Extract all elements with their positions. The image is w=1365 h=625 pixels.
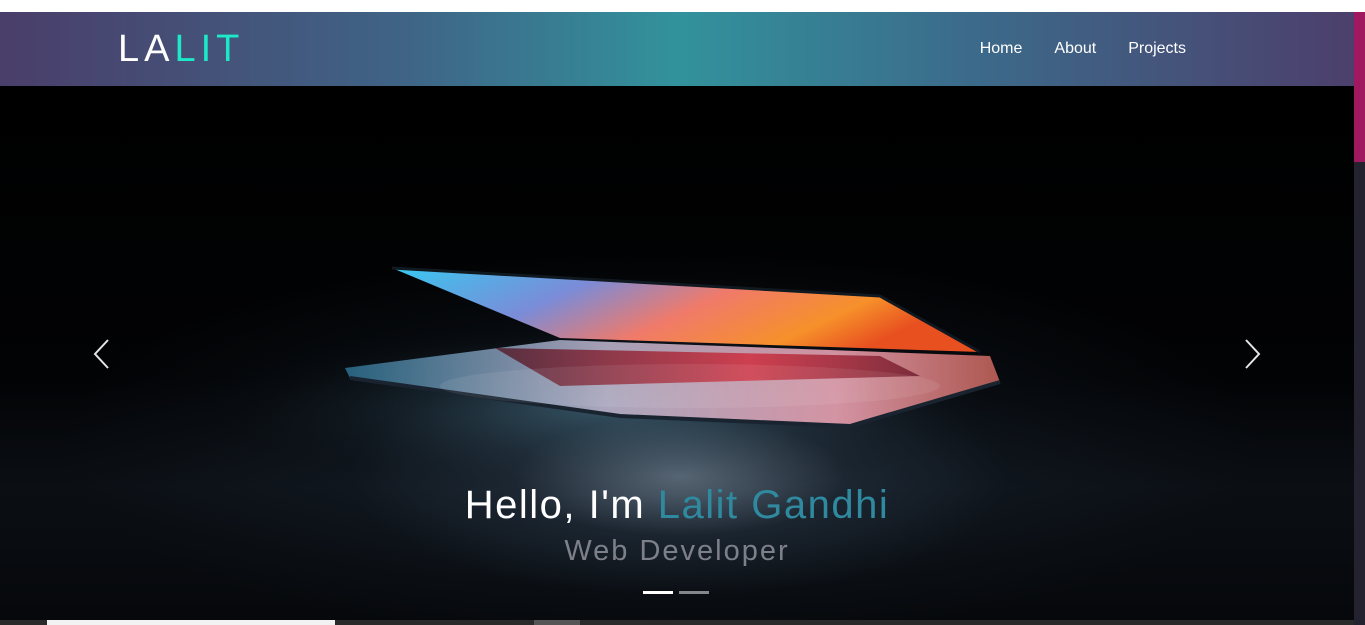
hero-headline: Hello, I'm Lalit Gandhi	[0, 479, 1354, 531]
carousel-indicator-2[interactable]	[679, 591, 709, 594]
headline-name: Lalit Gandhi	[657, 483, 890, 527]
page: LALIT Home About Projects Hello, I'm Lal…	[0, 0, 1365, 625]
page-scrollbar[interactable]	[1354, 12, 1365, 625]
scrollbar-thumb[interactable]	[1354, 12, 1365, 162]
carousel-prev-button[interactable]	[90, 336, 114, 372]
logo-text-part2: LIT	[174, 28, 245, 70]
next-section-card	[47, 620, 335, 625]
next-section-block	[534, 620, 580, 625]
hero-caption: Hello, I'm Lalit Gandhi Web Developer	[0, 479, 1354, 571]
nav-link-projects[interactable]: Projects	[1128, 39, 1186, 59]
chevron-right-icon	[1245, 339, 1261, 369]
top-strip	[0, 0, 1354, 12]
chevron-left-icon	[93, 339, 109, 369]
hero-carousel: Hello, I'm Lalit Gandhi Web Developer	[0, 86, 1354, 620]
hero-subtitle: Web Developer	[564, 535, 790, 567]
brand-logo[interactable]: LALIT	[118, 28, 244, 70]
nav-link-about[interactable]: About	[1054, 39, 1096, 59]
carousel-indicators	[643, 591, 709, 594]
carousel-next-button[interactable]	[1240, 336, 1264, 372]
logo-text-part1: LA	[118, 28, 175, 70]
nav-link-home[interactable]: Home	[980, 39, 1023, 59]
headline-prefix: Hello, I'm	[464, 483, 658, 527]
nav-links: Home About Projects	[980, 39, 1186, 59]
carousel-indicator-1[interactable]	[643, 591, 673, 594]
navbar: LALIT Home About Projects	[0, 12, 1354, 86]
